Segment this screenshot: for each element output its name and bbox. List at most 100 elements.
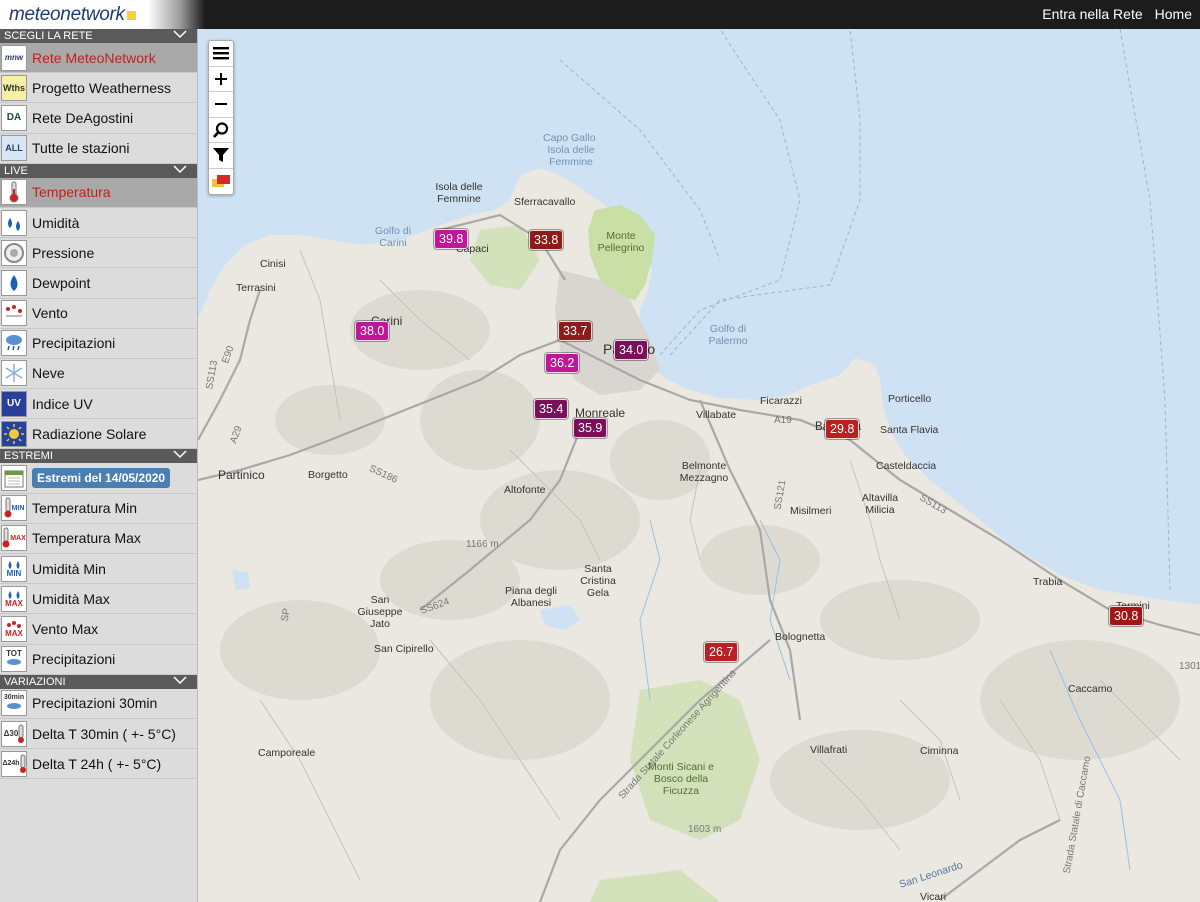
logo-accent-icon (126, 11, 136, 20)
sidebar-item-rete-meteonetwork[interactable]: mnw Rete MeteoNetwork (0, 43, 197, 74)
sidebar-item-neve[interactable]: Neve (0, 358, 197, 390)
place-label: Belmonte Mezzagno (679, 460, 729, 484)
section-header-variazioni[interactable]: VARIAZIONI (0, 674, 197, 689)
sidebar-item-estremi-date[interactable]: Estremi del 14/05/2020 (0, 463, 197, 494)
temperature-marker[interactable]: 26.7 (704, 642, 739, 662)
place-label: Monte Pellegrino (597, 230, 645, 254)
temperature-marker[interactable]: 29.8 (825, 419, 860, 439)
sidebar-item-temperatura[interactable]: Temperatura (0, 177, 197, 208)
temperature-marker[interactable]: 33.8 (529, 230, 564, 250)
sidebar-item-umidita-max[interactable]: MAX Umidità Max (0, 584, 197, 615)
mnw-icon: mnw (1, 44, 27, 71)
humidity-min-icon: MIN (1, 555, 27, 582)
place-label: Bolognetta (775, 631, 826, 643)
place-label: Isola delle Femmine (547, 144, 595, 168)
temperature-marker[interactable]: 36.2 (545, 353, 580, 373)
top-bar: meteonetwork Entra nella Rete Home (0, 0, 1200, 29)
home-link[interactable]: Home (1155, 6, 1192, 22)
sidebar-item-precipitazioni[interactable]: Precipitazioni (0, 328, 197, 359)
temperature-marker[interactable]: 30.8 (1109, 606, 1144, 626)
sidebar-item-dewpoint[interactable]: Dewpoint (0, 268, 197, 299)
place-label: Villafrati (810, 744, 848, 756)
sidebar-item-umidita-min[interactable]: MIN Umidità Min (0, 554, 197, 585)
section-header-estremi[interactable]: ESTREMI (0, 449, 197, 464)
sidebar-item-precipitazioni-tot[interactable]: TOT Precipitazioni (0, 644, 197, 675)
sidebar-item-precipitazioni-30min[interactable]: 30min Precipitazioni 30min (0, 688, 197, 719)
top-links: Entra nella Rete Home (1042, 6, 1192, 22)
place-label: Caccamo (1068, 683, 1113, 695)
enter-network-link[interactable]: Entra nella Rete (1042, 6, 1142, 22)
section-header-network[interactable]: SCEGLI LA RETE (0, 29, 197, 43)
place-label: Capo Gallo (543, 132, 596, 144)
thermometer-icon (1, 179, 27, 206)
temperature-marker[interactable]: 34.0 (614, 340, 649, 360)
marker-value: 38.0 (360, 324, 385, 338)
sidebar-item-temperatura-max[interactable]: MAX Temperatura Max (0, 523, 197, 554)
temperature-marker[interactable]: 38.0 (355, 321, 390, 341)
zoom-out-icon[interactable] (209, 92, 233, 118)
place-label: Trabia (1033, 576, 1063, 588)
temperature-marker[interactable]: 33.7 (558, 321, 593, 341)
marker-value: 33.8 (534, 233, 559, 247)
sidebar-item-pressione[interactable]: Pressione (0, 238, 197, 269)
place-label: Santa Cristina Gela (580, 563, 616, 599)
sidebar-item-weatherness[interactable]: Wths Progetto Weatherness (0, 73, 197, 104)
section-title: LIVE (4, 164, 28, 177)
place-label: Partinico (218, 468, 265, 482)
section-title: VARIAZIONI (4, 675, 66, 688)
sidebar-item-label: Temperatura (32, 184, 111, 201)
sidebar-item-delta-t-24h[interactable]: Δ24h Delta T 24h ( +- 5°C) (0, 749, 197, 780)
marker-value: 26.7 (709, 645, 734, 659)
temperature-marker[interactable]: 35.4 (534, 399, 569, 419)
place-label: Villabate (696, 409, 737, 421)
chevron-down-icon[interactable] (173, 164, 187, 174)
search-icon[interactable] (209, 118, 233, 143)
sidebar-item-umidita[interactable]: Umidità (0, 207, 197, 239)
wind-icon (1, 300, 27, 327)
zoom-in-icon[interactable] (209, 67, 233, 92)
place-label: Camporeale (258, 747, 316, 759)
sidebar: SCEGLI LA RETE mnw Rete MeteoNetwork Wth… (0, 29, 198, 902)
weatherness-icon: Wths (1, 74, 27, 101)
sidebar-item-delta-t-30min[interactable]: Δ30 Delta T 30min ( +- 5°C) (0, 718, 197, 750)
place-label: San Cipirello (374, 643, 434, 655)
section-title: ESTREMI (4, 450, 53, 463)
chevron-down-icon[interactable] (173, 29, 187, 39)
sidebar-item-deagostini[interactable]: DA Rete DeAgostini (0, 103, 197, 134)
calendar-icon (1, 465, 27, 492)
chevron-down-icon[interactable] (173, 449, 187, 459)
marker-value: 30.8 (1114, 609, 1139, 623)
sidebar-item-temperatura-min[interactable]: MIN Temperatura Min (0, 493, 197, 524)
sidebar-item-vento-max[interactable]: MAX Vento Max (0, 614, 197, 645)
section-header-live[interactable]: LIVE (0, 163, 197, 178)
menu-icon[interactable] (209, 41, 233, 67)
logo[interactable]: meteonetwork (0, 0, 205, 29)
map[interactable]: Capo Gallo Isola delle Femmine Isola del… (198, 29, 1200, 902)
place-label: Ciminna (920, 745, 959, 757)
sidebar-item-label: Neve (32, 365, 65, 382)
marker-value: 35.9 (578, 421, 603, 435)
elevation-label: 1603 m (688, 824, 722, 835)
sidebar-item-label: Pressione (32, 244, 95, 261)
sidebar-item-vento[interactable]: Vento (0, 298, 197, 329)
sidebar-item-all-stations[interactable]: ALL Tutte le stazioni (0, 133, 197, 164)
temperature-marker[interactable]: 35.9 (573, 418, 608, 438)
sidebar-item-radiazione-solare[interactable]: Radiazione Solare (0, 419, 197, 450)
layers-icon[interactable] (209, 169, 233, 195)
date-badge[interactable]: Estremi del 14/05/2020 (32, 468, 171, 489)
rain-30min-icon: 30min (1, 690, 27, 717)
section-title: SCEGLI LA RETE (4, 30, 93, 42)
sidebar-item-label: Radiazione Solare (32, 425, 147, 442)
chevron-down-icon[interactable] (173, 675, 187, 685)
filter-icon[interactable] (209, 143, 233, 169)
humidity-icon (1, 209, 27, 236)
delta-t-30-icon: Δ30 (1, 720, 27, 747)
wind-max-icon: MAX (1, 615, 27, 642)
sun-icon (1, 420, 27, 447)
sidebar-item-label: Indice UV (32, 395, 93, 412)
sidebar-item-indice-uv[interactable]: UV Indice UV (0, 389, 197, 420)
temperature-marker[interactable]: 39.8 (434, 229, 469, 249)
marker-value: 39.8 (439, 232, 464, 246)
sidebar-item-label: Temperatura Min (32, 500, 138, 517)
place-label: Cinisi (260, 258, 286, 270)
